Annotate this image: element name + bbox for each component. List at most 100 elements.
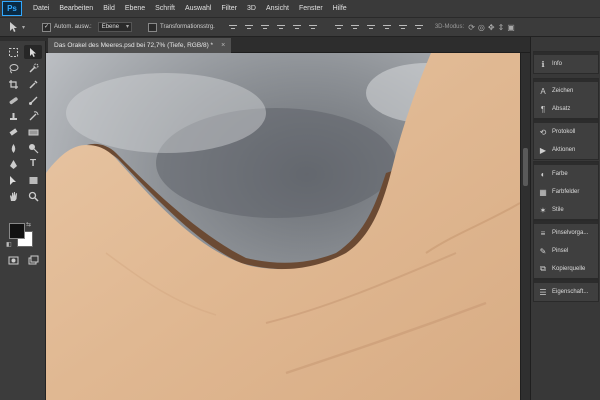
panel-dock: ℹ Info A Zeichen ¶ Absatz ⟲ Protokoll ▶ … xyxy=(530,37,600,400)
orbit-3d-icon[interactable]: ⟳ xyxy=(468,23,478,32)
align-buttons xyxy=(225,23,321,31)
menu-ebene[interactable]: Ebene xyxy=(120,0,150,17)
quick-selection-tool[interactable] xyxy=(24,61,42,75)
document-tab[interactable]: Das Orakel des Meeres.psd bei 72,7% (Tie… xyxy=(48,38,232,53)
default-colors-icon[interactable]: ◧ xyxy=(6,241,12,248)
menu-filter[interactable]: Filter xyxy=(216,0,242,17)
panel-paragraph[interactable]: ¶ Absatz xyxy=(534,100,598,118)
panel-label: Protokoll xyxy=(552,129,576,135)
foreground-color-swatch[interactable] xyxy=(9,223,25,239)
screen-mode-button[interactable] xyxy=(24,253,42,267)
type-tool[interactable]: T xyxy=(24,157,42,171)
distribute-bottom-icon[interactable] xyxy=(366,23,376,31)
color-icon: ◐ xyxy=(540,169,546,179)
panel-brush[interactable]: ✎ Pinsel xyxy=(534,242,598,260)
document-canvas[interactable] xyxy=(46,53,520,400)
align-right-icon[interactable] xyxy=(308,23,318,31)
pan-3d-icon[interactable]: ✥ xyxy=(488,23,498,32)
auto-select-dropdown[interactable]: Ebene xyxy=(97,22,133,32)
menu-bild[interactable]: Bild xyxy=(98,0,120,17)
distribute-left-icon[interactable] xyxy=(382,23,392,31)
transform-controls-checkbox[interactable]: Transformationsstrg. xyxy=(148,22,215,32)
panel-color[interactable]: ◐ Farbe xyxy=(534,165,598,183)
close-icon[interactable]: × xyxy=(221,42,225,49)
menu-bar: Ps Datei Bearbeiten Bild Ebene Schrift A… xyxy=(0,0,600,17)
menu-hilfe[interactable]: Hilfe xyxy=(328,0,352,17)
clone-stamp-tool[interactable] xyxy=(4,109,22,123)
paragraph-icon: ¶ xyxy=(540,104,546,114)
zoom-tool[interactable] xyxy=(24,189,42,203)
roll-3d-icon[interactable]: ◎ xyxy=(478,23,488,32)
healing-brush-tool[interactable] xyxy=(4,93,22,107)
align-top-icon[interactable] xyxy=(228,23,238,31)
marquee-tool[interactable] xyxy=(4,45,22,59)
panel-group-properties: ☰ Eigenschaft... xyxy=(533,279,599,302)
slide-3d-icon[interactable]: ⇕ xyxy=(498,23,508,32)
gradient-icon xyxy=(28,129,38,135)
panel-history[interactable]: ⟲ Protokoll xyxy=(534,123,598,141)
align-left-icon[interactable] xyxy=(276,23,286,31)
vertical-scrollbar[interactable] xyxy=(520,53,530,400)
dodge-tool[interactable] xyxy=(24,141,42,155)
panel-brush-presets[interactable]: ≡ Pinselvorga... xyxy=(534,224,598,242)
panel-swatches[interactable]: ▦ Farbfelder xyxy=(534,183,598,201)
panel-label: Kopierquelle xyxy=(552,266,586,272)
menu-3d[interactable]: 3D xyxy=(242,0,261,17)
panel-info[interactable]: ℹ Info xyxy=(534,55,598,73)
marquee-icon xyxy=(8,47,18,57)
lasso-tool[interactable] xyxy=(4,61,22,75)
photoshop-logo: Ps xyxy=(2,1,22,16)
distribute-vcenter-icon[interactable] xyxy=(350,23,360,31)
align-hcenter-icon[interactable] xyxy=(292,23,302,31)
hand-tool[interactable] xyxy=(4,189,22,203)
menu-auswahl[interactable]: Auswahl xyxy=(180,0,216,17)
mode-3d-buttons: ⟳ ◎ ✥ ⇕ ▣ xyxy=(468,23,518,32)
path-selection-tool[interactable] xyxy=(4,173,22,187)
eraser-tool[interactable] xyxy=(4,125,22,139)
pen-tool[interactable] xyxy=(4,157,22,171)
swap-colors-icon[interactable]: ⇆ xyxy=(26,221,31,228)
blur-tool[interactable] xyxy=(4,141,22,155)
panel-label: Pinsel xyxy=(552,248,569,254)
menu-datei[interactable]: Datei xyxy=(28,0,54,17)
eyedropper-tool[interactable] xyxy=(24,77,42,91)
quick-mask-icon xyxy=(8,256,18,264)
panel-clone-source[interactable]: ⧉ Kopierquelle xyxy=(534,260,598,278)
panel-label: Eigenschaft... xyxy=(552,289,589,295)
move-tool[interactable] xyxy=(24,45,42,59)
panel-character[interactable]: A Zeichen xyxy=(534,82,598,100)
menu-ansicht[interactable]: Ansicht xyxy=(261,0,294,17)
menu-bearbeiten[interactable]: Bearbeiten xyxy=(54,0,98,17)
crop-tool[interactable] xyxy=(4,77,22,91)
menu-schrift[interactable]: Schrift xyxy=(150,0,180,17)
panel-group-info: ℹ Info xyxy=(533,51,599,74)
rectangle-tool[interactable] xyxy=(24,173,42,187)
panel-properties[interactable]: ☰ Eigenschaft... xyxy=(534,283,598,301)
scale-3d-icon[interactable]: ▣ xyxy=(507,23,518,32)
auto-select-checkbox[interactable]: ✓ Autom. ausw.: xyxy=(42,22,92,32)
align-bottom-icon[interactable] xyxy=(260,23,270,31)
brush-tool[interactable] xyxy=(24,93,42,107)
align-vcenter-icon[interactable] xyxy=(244,23,254,31)
scrollbar-thumb[interactable] xyxy=(523,148,528,186)
rectangle-icon xyxy=(29,176,37,184)
distribute-right-icon[interactable] xyxy=(414,23,424,31)
move-tool-preset-picker[interactable]: ▾ xyxy=(8,21,34,33)
menu-fenster[interactable]: Fenster xyxy=(294,0,328,17)
tools-panel-grip[interactable] xyxy=(0,37,46,41)
checkbox-box: ✓ xyxy=(42,22,51,32)
distribute-top-icon[interactable] xyxy=(334,23,344,31)
history-brush-tool[interactable] xyxy=(24,109,42,123)
gradient-tool[interactable] xyxy=(24,125,42,139)
panel-styles[interactable]: ✶ Stile xyxy=(534,201,598,219)
quick-mask-button[interactable] xyxy=(4,253,22,267)
canvas-artwork xyxy=(46,53,520,400)
brush-icon xyxy=(28,96,37,105)
document-tab-bar: Das Orakel des Meeres.psd bei 72,7% (Tie… xyxy=(46,37,530,53)
panel-group-color: ◐ Farbe ▦ Farbfelder ✶ Stile xyxy=(533,161,599,220)
panel-actions[interactable]: ▶ Aktionen xyxy=(534,141,598,159)
distribute-hcenter-icon[interactable] xyxy=(398,23,408,31)
brush-icon: ✎ xyxy=(539,246,547,256)
mode-3d-label: 3D-Modus: xyxy=(434,24,465,30)
brush-presets-icon: ≡ xyxy=(540,228,546,238)
